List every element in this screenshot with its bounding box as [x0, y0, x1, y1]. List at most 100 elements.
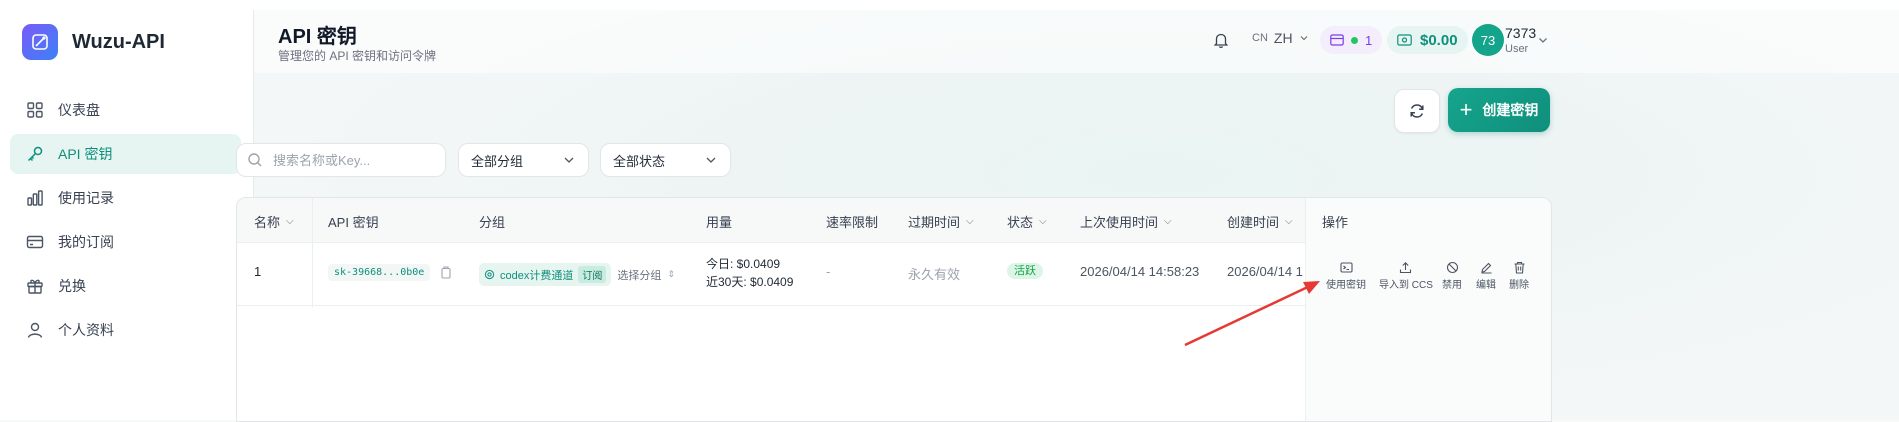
user-role: User [1505, 43, 1529, 55]
page-subtitle: 管理您的 API 密钥和访问令牌 [278, 49, 437, 63]
status-badge: 活跃 [1007, 263, 1043, 279]
chevron-down-icon [564, 157, 574, 163]
column-created[interactable]: 创建时间 ⌵ [1227, 212, 1293, 231]
column-label: API 密钥 [328, 215, 379, 230]
sidebar-item-label: 使用记录 [58, 190, 114, 206]
status-filter-value: 全部状态 [613, 153, 666, 169]
column-name[interactable]: 名称 ⌵ [254, 212, 294, 231]
sidebar-item-label: 仪表盘 [58, 102, 100, 118]
chevron-down-icon: ⌵ [966, 216, 974, 227]
balance-value: $0.00 [1420, 31, 1458, 49]
user-icon [27, 322, 43, 338]
chevron-down-icon [1300, 36, 1307, 41]
column-label: 上次使用时间 [1080, 215, 1159, 230]
create-key-label: 创建密钥 [1482, 102, 1539, 118]
chevron-down-icon: ⌵ [1039, 216, 1047, 227]
column-status[interactable]: 状态 ⌵ [1007, 212, 1047, 231]
delete-label: 删除 [1509, 280, 1529, 291]
user-name[interactable]: 7373 [1505, 25, 1536, 41]
copy-icon[interactable] [440, 266, 452, 279]
bell-icon[interactable] [1212, 31, 1230, 49]
disable-label: 禁用 [1442, 280, 1462, 291]
gift-icon [27, 279, 43, 294]
sidebar-item-profile[interactable]: 个人资料 [10, 310, 241, 350]
sidebar-item-dashboard[interactable]: 仪表盘 [10, 90, 241, 130]
sidebar-item-label: API 密钥 [58, 146, 113, 162]
usage-cell: 今日: $0.0409 近30天: $0.0409 [706, 255, 793, 291]
column-label: 速率限制 [826, 215, 879, 230]
bar-chart-icon [27, 190, 43, 206]
column-key: API 密钥 [328, 212, 379, 231]
column-expiry[interactable]: 过期时间 ⌵ [908, 212, 974, 231]
balance-badge[interactable]: $0.00 [1387, 26, 1468, 54]
wallet-icon [1397, 34, 1412, 46]
status-cell: 活跃 [1007, 262, 1043, 279]
column-label: 用量 [706, 215, 733, 230]
app-logo-icon [22, 24, 58, 60]
refresh-icon [1410, 104, 1424, 118]
created-value: 2026/04/14 1 [1227, 264, 1303, 279]
usage-30d: 近30天: $0.0409 [706, 275, 794, 289]
openai-icon [484, 269, 495, 280]
sidebar-item-subscriptions[interactable]: 我的订阅 [10, 222, 241, 262]
subscription-badge[interactable]: 1 [1320, 26, 1383, 54]
top-header: API 密钥 管理您的 API 密钥和访问令牌 CN ZH 1 $0.00 73… [254, 10, 1899, 73]
group-cell: codex计费通道 订阅 选择分组 ⇕ [479, 263, 675, 286]
delete-button[interactable]: 删除 [1509, 261, 1529, 291]
column-label: 创建时间 [1227, 215, 1280, 230]
sidebar-item-label: 我的订阅 [58, 234, 114, 250]
trash-icon [1514, 261, 1524, 274]
sidebar: Wuzu-API 仪表盘 API 密钥 使用记录 我的订阅 兑换 个人资料 [0, 10, 254, 420]
sidebar-item-label: 个人资料 [58, 322, 114, 338]
sidebar-item-usage[interactable]: 使用记录 [10, 178, 241, 218]
api-key-value[interactable]: sk-39668...0b0e [328, 264, 431, 281]
status-filter-select[interactable]: 全部状态 [600, 143, 731, 177]
edit-label: 编辑 [1476, 280, 1496, 291]
import-ccs-button[interactable]: 导入到 CCS [1379, 261, 1433, 291]
sidebar-item-api-keys[interactable]: API 密钥 [10, 134, 241, 174]
credit-card-icon [1330, 34, 1344, 46]
group-tag[interactable]: codex计费通道 订阅 [479, 263, 612, 286]
subscription-tag: 订阅 [578, 266, 607, 283]
disable-button[interactable]: 禁用 [1442, 261, 1462, 291]
usage-today: 今日: $0.0409 [706, 257, 781, 271]
sidebar-item-label: 兑换 [58, 278, 86, 294]
column-last-used[interactable]: 上次使用时间 ⌵ [1080, 212, 1172, 231]
column-label: 状态 [1007, 215, 1034, 230]
sidebar-item-redeem[interactable]: 兑换 [10, 266, 241, 306]
use-key-button[interactable]: 使用密钥 [1326, 261, 1366, 291]
key-name: 1 [254, 264, 262, 279]
import-ccs-label: 导入到 CCS [1379, 280, 1433, 291]
column-label: 名称 [254, 215, 281, 230]
key-icon [27, 146, 43, 162]
search-box[interactable] [236, 143, 446, 177]
chevron-down-icon: ⌵ [1164, 216, 1172, 227]
search-icon [248, 153, 262, 167]
plus-icon: + [1459, 97, 1473, 122]
language-switcher[interactable]: CN ZH [1252, 30, 1309, 46]
select-group-link[interactable]: 选择分组 [617, 267, 661, 283]
dashboard-icon [27, 102, 43, 118]
page-title: API 密钥 [278, 26, 357, 48]
edit-icon [1480, 262, 1491, 274]
chevron-down-icon[interactable] [1537, 34, 1549, 46]
search-input[interactable] [271, 151, 445, 169]
brand[interactable]: Wuzu-API [22, 24, 165, 60]
create-key-button[interactable]: + 创建密钥 [1448, 88, 1550, 132]
column-label: 分组 [479, 215, 506, 230]
actions-column: 操作 使用密钥 导入到 CCS 禁用 编辑 删除 [1305, 198, 1551, 421]
terminal-icon [1339, 262, 1353, 273]
column-group: 分组 [479, 212, 505, 231]
last-used-value: 2026/04/14 14:58:23 [1080, 264, 1200, 279]
rate-limit: - [826, 264, 831, 279]
refresh-button[interactable] [1394, 89, 1440, 133]
group-filter-value: 全部分组 [471, 153, 524, 169]
chevron-updown-icon[interactable]: ⇕ [667, 269, 675, 280]
api-keys-table: 名称 ⌵ API 密钥 分组 用量 速率限制 过期时间 ⌵ 状态 ⌵ 上次使用时间 ⌵ … [236, 197, 1552, 422]
avatar[interactable]: 73 [1472, 24, 1504, 56]
key-cell: sk-39668...0b0e [328, 264, 452, 281]
edit-button[interactable]: 编辑 [1476, 261, 1496, 291]
group-filter-select[interactable]: 全部分组 [458, 143, 589, 177]
language-code: ZH [1273, 30, 1293, 46]
column-label: 操作 [1322, 215, 1349, 230]
